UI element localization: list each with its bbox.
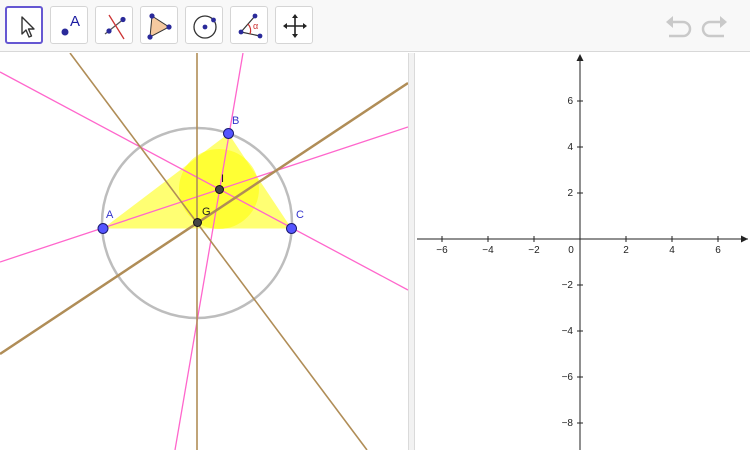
median-line[interactable]	[0, 81, 408, 356]
perpendicular-line-tool-button[interactable]	[95, 6, 133, 44]
circle-with-center-icon	[193, 15, 217, 39]
undo-button[interactable]	[663, 12, 693, 40]
y-axis-arrow	[576, 54, 584, 61]
x-axis-arrow	[741, 235, 748, 243]
construction-canvas[interactable]: A B C I G	[0, 53, 408, 450]
y-tick-label: −6	[562, 372, 574, 383]
point-c-label: C	[296, 209, 304, 221]
point-b[interactable]	[223, 128, 234, 139]
x-tick-label: 2	[623, 245, 629, 256]
view-divider[interactable]	[408, 53, 415, 450]
toolbar: A α	[0, 0, 750, 52]
move-tool-button[interactable]	[5, 6, 43, 44]
move-view-tool-button[interactable]	[275, 6, 313, 44]
algebra-graphics-view[interactable]: −6 −4 −2 0 2 4 6 6 4 2 −2 −4 −6 −8	[415, 53, 750, 450]
point-g[interactable]	[193, 218, 202, 227]
circle-tool-button[interactable]	[185, 6, 223, 44]
x-tick-label: −4	[482, 245, 494, 256]
graphics-view[interactable]: A B C I G	[0, 53, 408, 450]
point-b-label: B	[232, 115, 239, 127]
point-g-label: G	[202, 206, 211, 218]
origin-label: 0	[568, 245, 574, 256]
angle-bisector-line[interactable]	[0, 126, 408, 263]
y-tick-label: 2	[567, 188, 573, 199]
y-tick-label: 6	[567, 96, 573, 107]
x-tick-label: 6	[715, 245, 721, 256]
perpendicular-line-icon	[104, 14, 126, 40]
point-i[interactable]	[215, 185, 224, 194]
axes-canvas[interactable]: −6 −4 −2 0 2 4 6 6 4 2 −2 −4 −6 −8	[415, 53, 750, 450]
polygon-tool-button[interactable]	[140, 6, 178, 44]
undo-icon	[666, 16, 692, 38]
point-a[interactable]	[97, 223, 109, 234]
point-tool-button[interactable]: A	[50, 6, 88, 44]
angle-icon: α	[238, 13, 263, 39]
angle-tool-label: α	[253, 21, 258, 31]
point-tool-label: A	[70, 13, 80, 30]
redo-icon	[701, 16, 727, 38]
y-tick-label: −2	[562, 280, 574, 291]
y-tick-label: −8	[562, 418, 574, 429]
redo-button[interactable]	[700, 12, 730, 40]
pointer-arrow-icon	[21, 16, 35, 38]
y-tick-label: 4	[567, 142, 573, 153]
angle-bisector-line[interactable]	[0, 71, 408, 291]
angle-tool-button[interactable]: α	[230, 6, 268, 44]
point-icon: A	[61, 13, 80, 36]
y-tick-label: −4	[562, 326, 574, 337]
point-i-label: I	[221, 173, 224, 185]
median-line[interactable]	[69, 53, 368, 450]
point-c[interactable]	[286, 223, 297, 234]
move-cross-arrows-icon	[283, 14, 307, 38]
angle-bisector-line[interactable]	[174, 53, 244, 450]
polygon-icon	[147, 13, 172, 40]
point-a-label: A	[106, 209, 114, 221]
x-tick-label: −6	[436, 245, 448, 256]
x-tick-label: 4	[669, 245, 675, 256]
x-tick-label: −2	[528, 245, 540, 256]
